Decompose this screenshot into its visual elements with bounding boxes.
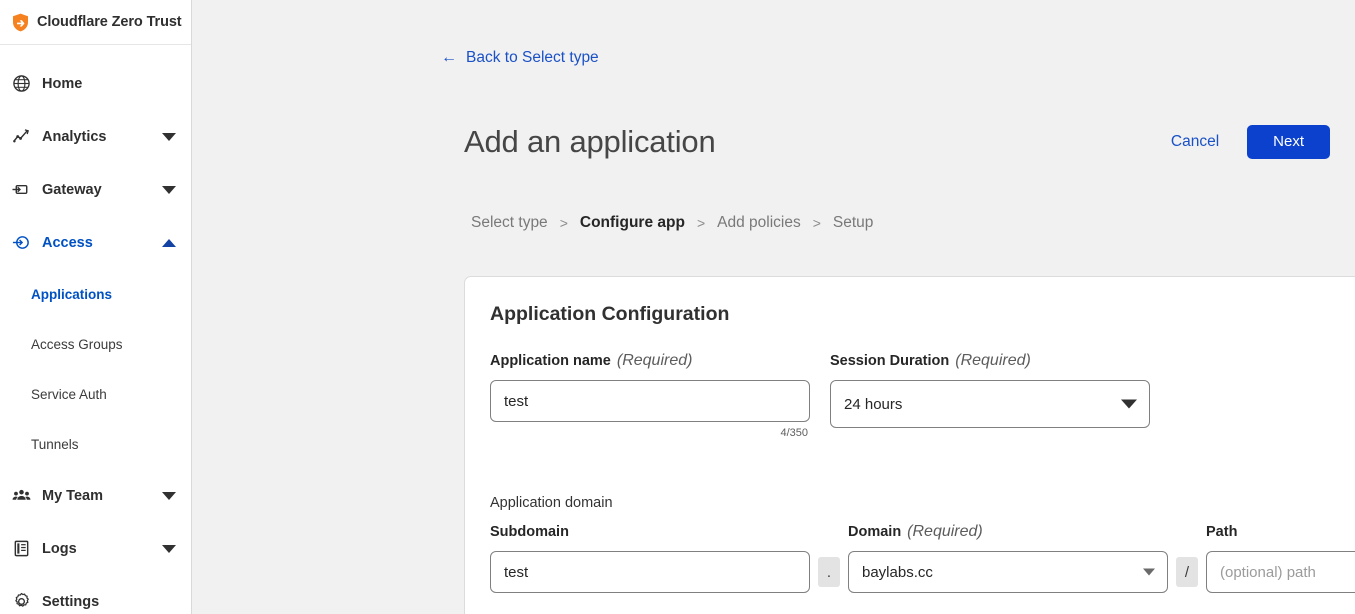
chevron-down-icon-analytics[interactable] bbox=[162, 132, 176, 141]
brand-header[interactable]: Cloudflare Zero Trust bbox=[0, 0, 191, 45]
analytics-chart-icon bbox=[13, 129, 29, 143]
sidebar-item-label-logs: Logs bbox=[42, 540, 77, 557]
domain-select[interactable]: baylabs.cc bbox=[848, 551, 1168, 593]
app-name-input[interactable] bbox=[490, 380, 810, 422]
chevron-down-icon-gateway[interactable] bbox=[162, 185, 176, 194]
gateway-icon bbox=[12, 184, 28, 195]
sidebar-item-home[interactable]: Home bbox=[0, 57, 191, 110]
path-label: Path bbox=[1206, 524, 1238, 540]
sidebar-subitem-label-tunnels: Tunnels bbox=[31, 436, 79, 452]
logs-document-icon bbox=[14, 540, 29, 557]
field-gap bbox=[810, 380, 830, 439]
app-name-field-wrap: 4/350 bbox=[490, 380, 810, 439]
sidebar-item-label-gateway: Gateway bbox=[42, 181, 102, 198]
session-duration-select[interactable]: 24 hours bbox=[830, 380, 1150, 428]
sidebar-item-gateway[interactable]: Gateway bbox=[0, 163, 191, 216]
main-content: ← Back to Select type Add an application… bbox=[192, 0, 1355, 614]
app-name-counter: 4/350 bbox=[780, 427, 808, 439]
sidebar-subitem-label-service-auth: Service Auth bbox=[31, 386, 107, 402]
back-link-label: Back to Select type bbox=[466, 49, 599, 66]
card-title: Application Configuration bbox=[490, 303, 730, 325]
back-to-select-type-link[interactable]: ← Back to Select type bbox=[441, 49, 599, 67]
chevron-down-icon-logs[interactable] bbox=[162, 544, 176, 553]
sidebar-item-label-access: Access bbox=[42, 234, 93, 251]
sidebar-item-tunnels[interactable]: Tunnels bbox=[0, 419, 191, 469]
sidebar-item-label-settings: Settings bbox=[42, 593, 100, 610]
step-setup[interactable]: Setup bbox=[833, 214, 874, 232]
step-select-type[interactable]: Select type bbox=[471, 214, 548, 232]
header-actions: Cancel Next bbox=[1171, 125, 1330, 159]
row-domain-inputs: . baylabs.cc / bbox=[490, 551, 1355, 593]
cancel-button[interactable]: Cancel bbox=[1171, 133, 1219, 151]
session-duration-required: (Required) bbox=[955, 352, 1031, 369]
sidebar-item-analytics[interactable]: Analytics bbox=[0, 110, 191, 163]
application-configuration-card: Application Configuration Application na… bbox=[464, 276, 1355, 614]
chevron-down-icon-my-team[interactable] bbox=[162, 491, 176, 500]
application-domain-block: Application domain Subdomain Domain (Requ… bbox=[490, 495, 1355, 593]
domain-select-wrap: baylabs.cc bbox=[848, 551, 1168, 593]
sidebar-item-label-my-team: My Team bbox=[42, 487, 103, 504]
dot-separator: . bbox=[818, 557, 840, 587]
row-primary-labels: Application name (Required) Session Durat… bbox=[490, 352, 1330, 370]
session-duration-select-wrap: 24 hours bbox=[830, 380, 1150, 428]
brand-title: Cloudflare Zero Trust bbox=[37, 14, 182, 30]
sidebar-item-label-analytics: Analytics bbox=[42, 128, 107, 145]
row-domain-labels: Subdomain Domain (Required) Path bbox=[490, 523, 1330, 541]
sidebar-item-service-auth[interactable]: Service Auth bbox=[0, 369, 191, 419]
sidebar-item-logs[interactable]: Logs bbox=[0, 522, 191, 575]
app-name-label-wrap: Application name (Required) bbox=[490, 352, 810, 370]
subdomain-label-wrap: Subdomain bbox=[490, 523, 810, 541]
subdomain-label: Subdomain bbox=[490, 524, 569, 540]
sidebar-nav: Home Analytics Gateway Access Applicatio… bbox=[0, 45, 191, 614]
session-duration-field-wrap: 24 hours bbox=[830, 380, 1150, 439]
application-domain-section-label: Application domain bbox=[490, 495, 613, 511]
domain-required: (Required) bbox=[907, 523, 983, 540]
sidebar-item-access-groups[interactable]: Access Groups bbox=[0, 319, 191, 369]
step-separator-2: > bbox=[696, 215, 706, 231]
step-separator-3: > bbox=[812, 215, 821, 231]
slash-separator: / bbox=[1176, 557, 1198, 587]
domain-label-wrap: Domain (Required) bbox=[848, 523, 1168, 541]
sidebar-item-access[interactable]: Access bbox=[0, 216, 191, 269]
step-add-policies[interactable]: Add policies bbox=[717, 214, 801, 232]
path-input[interactable] bbox=[1206, 551, 1355, 593]
sidebar-item-applications[interactable]: Applications bbox=[0, 269, 191, 319]
session-duration-label-wrap: Session Duration (Required) bbox=[830, 352, 1150, 370]
app-root: Cloudflare Zero Trust Home Analytics Gat… bbox=[0, 0, 1355, 614]
label-gap bbox=[810, 352, 830, 370]
subdomain-input-wrap bbox=[490, 551, 810, 593]
row-primary-fields: 4/350 24 hours bbox=[490, 380, 1330, 439]
step-configure-app[interactable]: Configure app bbox=[580, 214, 685, 232]
sidebar-subitem-label-applications: Applications bbox=[31, 286, 113, 302]
sidebar-item-settings[interactable]: Settings bbox=[0, 575, 191, 614]
people-group-icon bbox=[12, 489, 31, 500]
next-button[interactable]: Next bbox=[1247, 125, 1330, 159]
path-input-wrap bbox=[1206, 551, 1355, 593]
domain-label: Domain bbox=[848, 524, 902, 540]
sidebar: Cloudflare Zero Trust Home Analytics Gat… bbox=[0, 0, 192, 614]
path-label-wrap: Path bbox=[1206, 523, 1355, 541]
app-name-label: Application name bbox=[490, 353, 611, 369]
step-separator-1: > bbox=[559, 215, 568, 231]
access-arrow-circle-icon bbox=[12, 236, 29, 249]
session-duration-label: Session Duration bbox=[830, 353, 950, 369]
arrow-left-icon: ← bbox=[441, 49, 457, 66]
domain-select-inner: baylabs.cc bbox=[848, 551, 1168, 593]
page-header: Add an application Cancel Next bbox=[464, 124, 1355, 160]
cloudflare-shield-icon bbox=[13, 13, 28, 31]
sidebar-item-label-home: Home bbox=[42, 75, 83, 92]
page-title: Add an application bbox=[464, 124, 716, 159]
sidebar-item-my-team[interactable]: My Team bbox=[0, 469, 191, 522]
sidebar-subitem-label-access-groups: Access Groups bbox=[31, 336, 123, 352]
globe-icon bbox=[13, 75, 30, 92]
app-name-required: (Required) bbox=[616, 352, 693, 369]
subdomain-input[interactable] bbox=[490, 551, 810, 593]
chevron-up-icon-access[interactable] bbox=[162, 238, 176, 247]
gear-icon bbox=[15, 592, 29, 607]
wizard-steps: Select type > Configure app > Add polici… bbox=[471, 214, 873, 232]
